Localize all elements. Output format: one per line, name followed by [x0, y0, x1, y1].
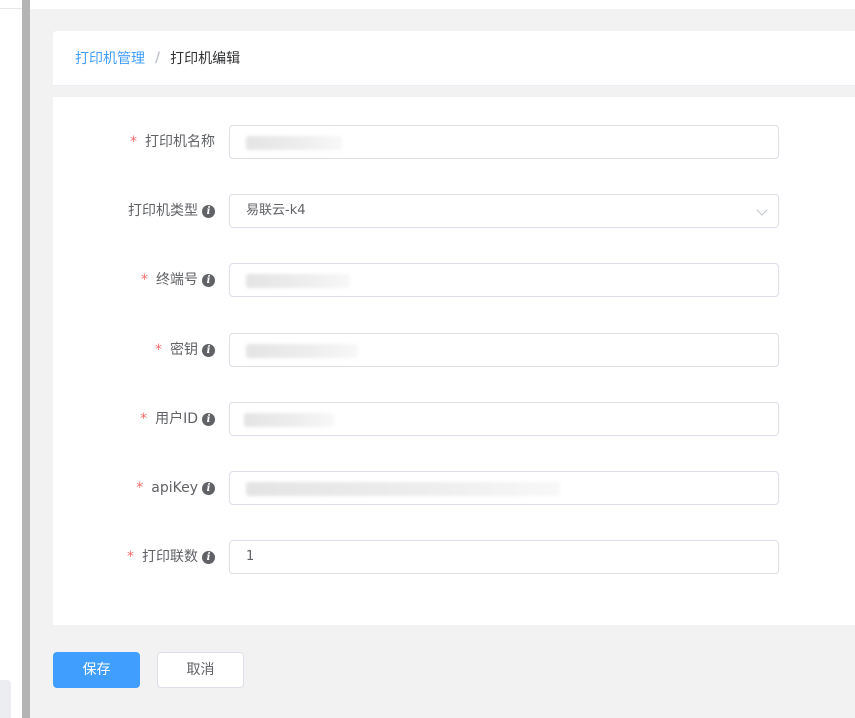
field-label: 打印机名称	[145, 134, 215, 150]
scrollbar[interactable]	[22, 0, 30, 718]
redacted-value	[246, 344, 358, 358]
form-row-terminal-number: * 终端号 i	[53, 263, 855, 297]
required-mark: *	[140, 411, 148, 427]
form-row-api-key: * apiKey i	[53, 471, 855, 505]
redacted-value	[246, 136, 342, 150]
field-label: 用户ID	[155, 411, 198, 427]
info-icon[interactable]: i	[202, 343, 215, 357]
form-row-user-id: * 用户ID i	[53, 402, 855, 436]
breadcrumb: 打印机管理 / 打印机编辑	[53, 31, 855, 86]
required-mark: *	[155, 342, 162, 358]
required-mark: *	[136, 480, 144, 496]
field-label: apiKey	[151, 480, 198, 496]
sidebar-item[interactable]	[0, 680, 11, 718]
printer-type-select[interactable]: 易联云-k4	[229, 194, 779, 228]
redacted-value	[246, 274, 350, 288]
chevron-down-icon	[756, 204, 768, 216]
terminal-number-input[interactable]	[229, 263, 779, 297]
required-mark: *	[127, 549, 134, 565]
printer-edit-form: * 打印机名称 打印机类型 i 易联云-k4 * 终端号 i * 密钥 i * 用户ID i *…	[53, 97, 855, 625]
form-row-secret-key: * 密钥 i	[53, 333, 855, 367]
field-label: 终端号	[156, 272, 198, 288]
breadcrumb-link-printer-management[interactable]: 打印机管理	[75, 48, 145, 68]
form-row-printer-name: * 打印机名称	[53, 125, 855, 159]
form-row-print-copies: * 打印联数 i 1	[53, 540, 855, 574]
redacted-value	[244, 413, 334, 427]
printer-name-input[interactable]	[229, 125, 779, 159]
cancel-button[interactable]: 取消	[157, 652, 244, 688]
api-key-input[interactable]	[229, 471, 779, 505]
info-icon[interactable]: i	[202, 481, 215, 495]
info-icon[interactable]: i	[202, 550, 215, 564]
field-label: 打印机类型	[128, 203, 198, 219]
sidebar	[0, 0, 22, 718]
redacted-value	[246, 482, 560, 496]
info-icon[interactable]: i	[202, 412, 215, 426]
save-button[interactable]: 保存	[53, 652, 140, 688]
breadcrumb-current: 打印机编辑	[170, 51, 241, 67]
info-icon[interactable]: i	[202, 273, 215, 287]
top-bar	[30, 0, 855, 9]
form-row-printer-type: 打印机类型 i 易联云-k4	[53, 194, 855, 228]
required-mark: *	[130, 134, 137, 150]
field-label: 打印联数	[142, 549, 198, 565]
user-id-input[interactable]	[229, 402, 779, 436]
required-mark: *	[141, 272, 148, 288]
info-icon[interactable]: i	[202, 204, 215, 218]
field-label: 密钥	[170, 342, 198, 358]
print-copies-input[interactable]: 1	[229, 540, 779, 574]
secret-key-input[interactable]	[229, 333, 779, 367]
breadcrumb-separator: /	[155, 50, 161, 66]
